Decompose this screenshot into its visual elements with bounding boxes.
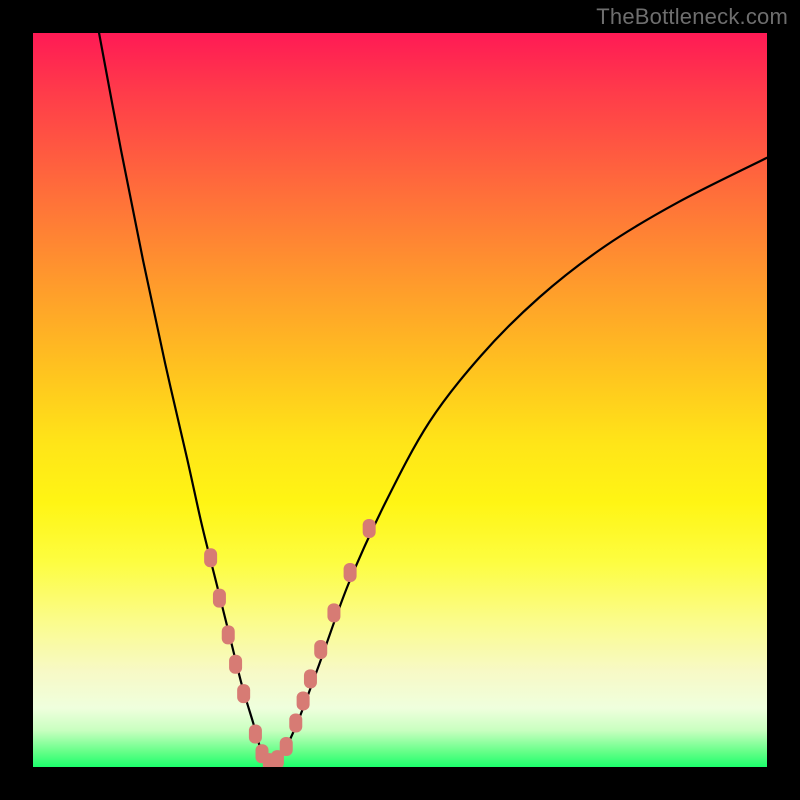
curve-lines [99, 33, 767, 763]
marker-point [314, 640, 327, 659]
chart-svg [33, 33, 767, 767]
marker-point [213, 589, 226, 608]
marker-point [280, 737, 293, 756]
data-markers [204, 519, 376, 767]
marker-point [297, 691, 310, 710]
marker-point [344, 563, 357, 582]
marker-point [222, 625, 235, 644]
marker-point [204, 548, 217, 567]
marker-point [237, 684, 250, 703]
plot-area [33, 33, 767, 767]
marker-point [249, 724, 262, 743]
curve-right-branch [268, 158, 767, 764]
curve-left-branch [99, 33, 268, 763]
marker-point [229, 655, 242, 674]
marker-point [304, 669, 317, 688]
chart-frame: TheBottleneck.com [0, 0, 800, 800]
marker-point [363, 519, 376, 538]
marker-point [289, 713, 302, 732]
attribution-text: TheBottleneck.com [596, 4, 788, 30]
marker-point [327, 603, 340, 622]
